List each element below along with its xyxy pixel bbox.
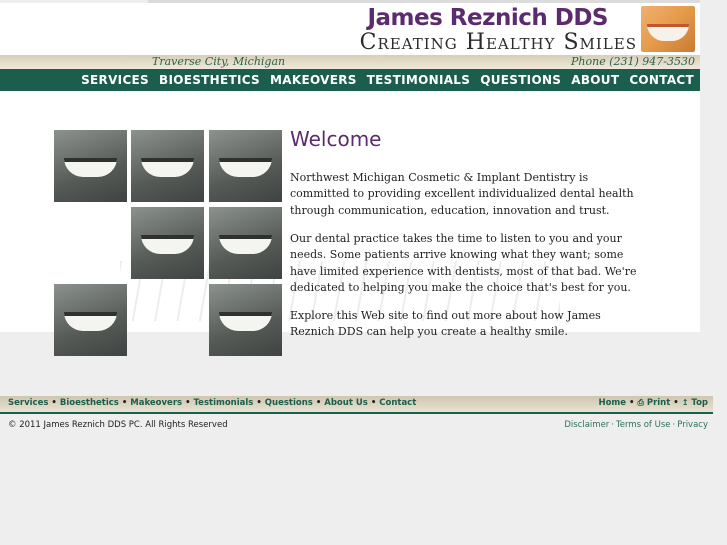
smile-photo	[209, 284, 282, 356]
disclaimer-link[interactable]: Disclaimer	[564, 420, 609, 430]
footer-link-questions[interactable]: Questions	[265, 398, 313, 408]
smile-photo	[641, 6, 695, 52]
utility-links: Home • ⎙ Print • ↥ Top	[598, 398, 708, 408]
smile-photo	[131, 207, 204, 279]
nav-questions[interactable]: QUESTIONS	[480, 73, 561, 87]
footer-links: Services • Bioesthetics • Makeovers • Testimon…	[8, 398, 417, 408]
footer-link-contact[interactable]: Contact	[379, 398, 416, 408]
smile-photo	[54, 130, 127, 202]
nav-testimonials[interactable]: TESTIMONIALS	[367, 73, 471, 87]
top-link[interactable]: Top	[691, 398, 708, 408]
terms-link[interactable]: Terms of Use	[616, 420, 671, 430]
footer-link-makeovers[interactable]: Makeovers	[130, 398, 182, 408]
practice-paragraph: Our dental practice takes the time to li…	[290, 232, 637, 294]
legal-links: Disclaimer · Terms of Use · Privacy	[564, 420, 708, 430]
explore-paragraph: Explore this Web site to find out more a…	[290, 309, 601, 339]
nav-bioesthetics[interactable]: BIOESTHETICS	[159, 73, 260, 87]
smile-photo	[131, 130, 204, 202]
footer-link-about[interactable]: About Us	[324, 398, 368, 408]
nav-makeovers[interactable]: MAKEOVERS	[270, 73, 357, 87]
smile-photo-grid	[54, 130, 282, 357]
footer-link-bioesthetics[interactable]: Bioesthetics	[60, 398, 119, 408]
phone-number: Phone (231) 947-3530	[571, 55, 695, 68]
footer-link-services[interactable]: Services	[8, 398, 48, 408]
arrow-up-icon[interactable]: ↥	[682, 398, 689, 407]
practice-name[interactable]: James Reznich DDS	[367, 5, 608, 31]
smile-photo	[209, 207, 282, 279]
tagline: Creating Healthy Smiles	[359, 30, 637, 55]
location-text: Traverse City, Michigan	[152, 55, 286, 68]
nav-about[interactable]: ABOUT	[571, 73, 619, 87]
main-nav: SERVICES BIOESTHETICS MAKEOVERS TESTIMON…	[0, 69, 700, 91]
privacy-link[interactable]: Privacy	[677, 420, 708, 430]
smile-photo	[54, 284, 127, 356]
page-title: Welcome	[290, 127, 382, 151]
site-header: James Reznich DDS Creating Healthy Smile…	[0, 3, 700, 55]
print-link[interactable]: Print	[647, 398, 670, 408]
info-bar: Traverse City, Michigan Phone (231) 947-…	[0, 55, 700, 69]
print-icon[interactable]: ⎙	[637, 398, 643, 407]
intro-paragraph: Northwest Michigan Cosmetic & Implant De…	[290, 171, 634, 217]
footer-link-testimonials[interactable]: Testimonials	[194, 398, 254, 408]
footer-bar: Services • Bioesthetics • Makeovers • Testimon…	[0, 396, 713, 414]
nav-services[interactable]: SERVICES	[81, 73, 149, 87]
smile-photo	[209, 130, 282, 202]
home-link[interactable]: Home	[598, 398, 626, 408]
nav-contact[interactable]: CONTACT	[629, 73, 694, 87]
copyright: © 2011 James Reznich DDS PC. All Rights …	[8, 420, 228, 430]
